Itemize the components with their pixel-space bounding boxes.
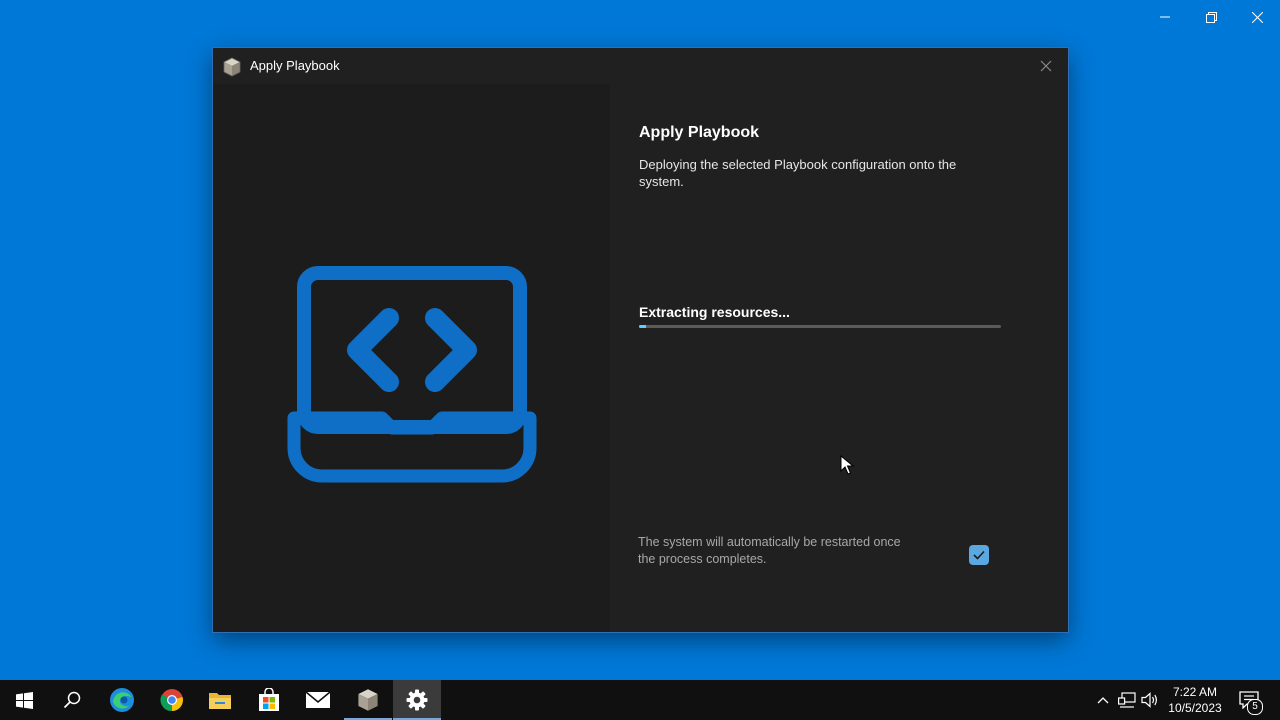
minimize-icon [1160,16,1170,18]
chevron-up-icon [1097,697,1109,704]
taskbar-file-explorer[interactable] [196,680,244,720]
tray-network[interactable] [1117,680,1137,720]
notification-count-badge: 5 [1247,699,1263,715]
tray-volume[interactable] [1140,680,1160,720]
settings-icon [406,689,428,711]
apply-playbook-dialog: Apply Playbook Apply Playbook Deploying … [213,48,1068,632]
taskbar-settings[interactable] [393,680,441,720]
dialog-title: Apply Playbook [250,58,340,73]
clock-time: 7:22 AM [1172,685,1218,699]
tray-overflow-button[interactable] [1094,680,1112,720]
file-explorer-icon [209,693,231,709]
search-icon [63,691,81,709]
taskbar-playbook-app[interactable] [344,680,392,720]
page-description: Deploying the selected Playbook configur… [639,157,957,189]
taskbar-clock[interactable]: 7:22 AM 10/5/2023 [1163,684,1227,716]
dialog-close-button[interactable] [1032,53,1060,79]
restart-checkbox[interactable] [969,545,989,565]
progress-status: Extracting resources... [639,304,790,320]
volume-icon [1141,692,1157,708]
edge-icon [110,688,134,712]
start-icon [15,691,33,709]
checkmark-icon [973,550,985,560]
taskbar-mail[interactable] [294,680,342,720]
outer-window-controls [1142,0,1280,34]
playbook-cube-icon [222,57,242,77]
taskbar-store[interactable] [245,680,293,720]
dialog-titlebar[interactable]: Apply Playbook [213,48,1068,84]
illustration-pane [213,84,610,632]
progress-bar-fill [639,325,647,328]
search-button[interactable] [48,680,96,720]
minimize-button[interactable] [1142,0,1188,34]
restore-icon [1205,11,1217,23]
playbook-app-icon [358,689,378,711]
chrome-icon [160,689,183,712]
start-button[interactable] [0,680,48,720]
network-icon [1118,692,1136,708]
taskbar-edge[interactable] [98,680,146,720]
clock-date: 10/5/2023 [1168,701,1222,715]
close-window-button[interactable] [1234,0,1280,34]
restart-note: The system will automatically be restart… [638,535,901,566]
progress-bar [639,325,1001,328]
store-icon [259,688,279,711]
taskbar-chrome[interactable] [148,680,196,720]
restore-button[interactable] [1188,0,1234,34]
mail-icon [305,691,331,708]
action-center-button[interactable]: 5 [1230,680,1268,720]
close-icon [1251,11,1263,23]
taskbar: 7:22 AM 10/5/2023 5 [0,680,1280,720]
laptop-code-icon [287,266,537,483]
page-title: Apply Playbook [639,124,760,141]
mouse-cursor-icon [840,455,854,475]
close-icon [1040,60,1052,72]
content-pane: Apply Playbook Deploying the selected Pl… [610,92,1068,588]
